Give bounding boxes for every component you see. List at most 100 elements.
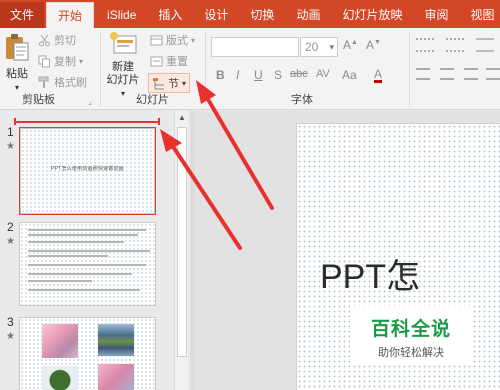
reset-label: 重置 xyxy=(166,56,188,68)
new-slide-button[interactable]: 新建 幻灯片 ▾ xyxy=(103,31,143,100)
slide-thumbnail-3[interactable] xyxy=(19,317,156,390)
tab-transitions[interactable]: 切换 xyxy=(239,2,285,28)
shrink-font-icon[interactable]: A▼ xyxy=(366,38,381,52)
paste-button[interactable]: 粘贴 ▾ xyxy=(3,32,31,94)
photo-tree xyxy=(42,366,78,390)
tab-animations[interactable]: 动画 xyxy=(285,2,331,28)
section-icon xyxy=(153,77,164,89)
bullets-icon[interactable] xyxy=(416,38,434,52)
slide-thumbnail-2[interactable] xyxy=(19,222,156,306)
section-marker-start xyxy=(14,118,16,125)
copy-label: 复制 xyxy=(54,56,76,68)
reset-button[interactable]: 重置 xyxy=(150,53,188,69)
format-painter-button[interactable]: 格式刷 xyxy=(38,74,87,90)
tab-islide[interactable]: iSlide xyxy=(96,2,147,28)
character-spacing-button[interactable]: AV xyxy=(316,68,330,80)
slides-group-label: 幻灯片 xyxy=(136,94,169,106)
font-name-combo[interactable] xyxy=(211,37,299,57)
section-marker-end xyxy=(158,118,160,125)
font-color-icon[interactable]: A xyxy=(374,68,383,83)
animation-star-icon: ★ xyxy=(6,331,15,342)
ribbon-home: 粘贴 ▾ 剪切 复制 ▾ 格式刷 剪贴板 ⌟ 新建 幻灯片 ▾ 版式 ▾ 重置 xyxy=(0,28,500,110)
underline-button[interactable]: U xyxy=(254,68,263,82)
layout-icon xyxy=(150,35,163,45)
watermark-logo: 百科全说 助你轻松解决 xyxy=(350,306,472,364)
brush-icon xyxy=(38,76,49,88)
slide-thumbnail-pane: 1 ★ PPT怎么使用动画刷快速做动画 2 ★ 3 ★ ▲ xyxy=(0,111,190,390)
font-size-value: 20 xyxy=(305,40,319,54)
reset-icon xyxy=(150,56,163,66)
tab-view[interactable]: 视图 xyxy=(459,2,500,28)
slide-1-title: PPT怎么使用动画刷快速做动画 xyxy=(51,166,124,172)
clipboard-group-label: 剪贴板 xyxy=(22,94,55,106)
paste-icon xyxy=(6,34,29,61)
text-line xyxy=(28,250,150,252)
font-size-combo[interactable]: 20 ▾ xyxy=(300,37,338,57)
separator xyxy=(205,32,206,106)
slide-number: 2 xyxy=(7,220,14,234)
text-line xyxy=(28,241,124,243)
font-group-label: 字体 xyxy=(291,94,313,106)
animation-star-icon: ★ xyxy=(6,141,15,152)
tab-design[interactable]: 设计 xyxy=(193,2,239,28)
text-line xyxy=(28,280,92,282)
section-label: 节 xyxy=(168,78,179,90)
tab-file[interactable]: 文件 xyxy=(0,2,45,28)
section-marker-line xyxy=(15,121,160,123)
justify-icon[interactable] xyxy=(486,68,500,80)
thumbnail-scrollbar[interactable]: ▲ xyxy=(174,111,188,390)
text-line xyxy=(28,273,132,275)
ribbon-tab-bar: 文件 开始 iSlide 插入 设计 切换 动画 幻灯片放映 审阅 视图 xyxy=(0,0,500,28)
separator xyxy=(100,32,101,106)
new-slide-label-1: 新建 xyxy=(112,61,134,73)
photo-pink-flowers xyxy=(98,364,134,390)
tab-home[interactable]: 开始 xyxy=(46,2,95,28)
separator xyxy=(409,32,410,106)
tab-insert[interactable]: 插入 xyxy=(147,2,193,28)
text-line xyxy=(28,255,108,257)
slide-thumbnail-1[interactable]: PPT怎么使用动画刷快速做动画 xyxy=(19,127,156,215)
strikethrough-button[interactable]: abc xyxy=(290,68,308,80)
section-button[interactable]: 节 ▾ xyxy=(148,73,191,93)
text-line xyxy=(28,229,146,231)
layout-dropdown-icon: ▾ xyxy=(191,35,196,45)
new-slide-icon xyxy=(110,32,137,54)
align-center-icon[interactable] xyxy=(440,68,454,80)
watermark-subtitle: 助你轻松解决 xyxy=(378,347,444,359)
section-dropdown-icon: ▾ xyxy=(182,78,187,88)
watermark-title: 百科全说 xyxy=(370,319,451,340)
text-line xyxy=(28,264,146,266)
tab-slideshow[interactable]: 幻灯片放映 xyxy=(331,2,413,28)
shadow-button[interactable]: S xyxy=(274,68,282,82)
cut-button[interactable]: 剪切 xyxy=(38,32,76,48)
italic-button[interactable]: I xyxy=(236,68,239,82)
indent-icon[interactable] xyxy=(476,38,494,52)
slide-title-text[interactable]: PPT怎 xyxy=(320,249,420,298)
paste-label: 粘贴 xyxy=(6,68,28,80)
text-line xyxy=(28,234,138,236)
cut-label: 剪切 xyxy=(54,35,76,47)
copy-button[interactable]: 复制 ▾ xyxy=(38,53,83,69)
animation-star-icon: ★ xyxy=(6,236,15,247)
grow-font-icon[interactable]: A▲ xyxy=(343,38,358,52)
photo-cherry-blossom xyxy=(42,324,78,358)
layout-button[interactable]: 版式 ▾ xyxy=(150,32,195,48)
align-right-icon[interactable] xyxy=(464,68,478,80)
change-case-button[interactable]: Aa xyxy=(342,68,357,82)
bold-button[interactable]: B xyxy=(216,68,225,82)
scroll-up-icon[interactable]: ▲ xyxy=(175,111,189,125)
clipboard-dialog-launcher-icon[interactable]: ⌟ xyxy=(88,97,92,106)
text-line xyxy=(28,289,140,291)
align-left-icon[interactable] xyxy=(416,68,430,80)
slide-number: 3 xyxy=(7,315,14,329)
scrollbar-thumb[interactable] xyxy=(177,127,187,357)
tab-review[interactable]: 审阅 xyxy=(413,2,459,28)
photo-lake-mountain xyxy=(98,324,134,356)
slide-number: 1 xyxy=(7,125,14,139)
copy-icon xyxy=(38,55,50,67)
numbering-icon[interactable] xyxy=(446,38,464,52)
font-size-dropdown-icon: ▾ xyxy=(329,42,334,52)
layout-label: 版式 xyxy=(166,35,188,47)
format-painter-label: 格式刷 xyxy=(54,77,87,89)
scissors-icon xyxy=(39,34,50,46)
